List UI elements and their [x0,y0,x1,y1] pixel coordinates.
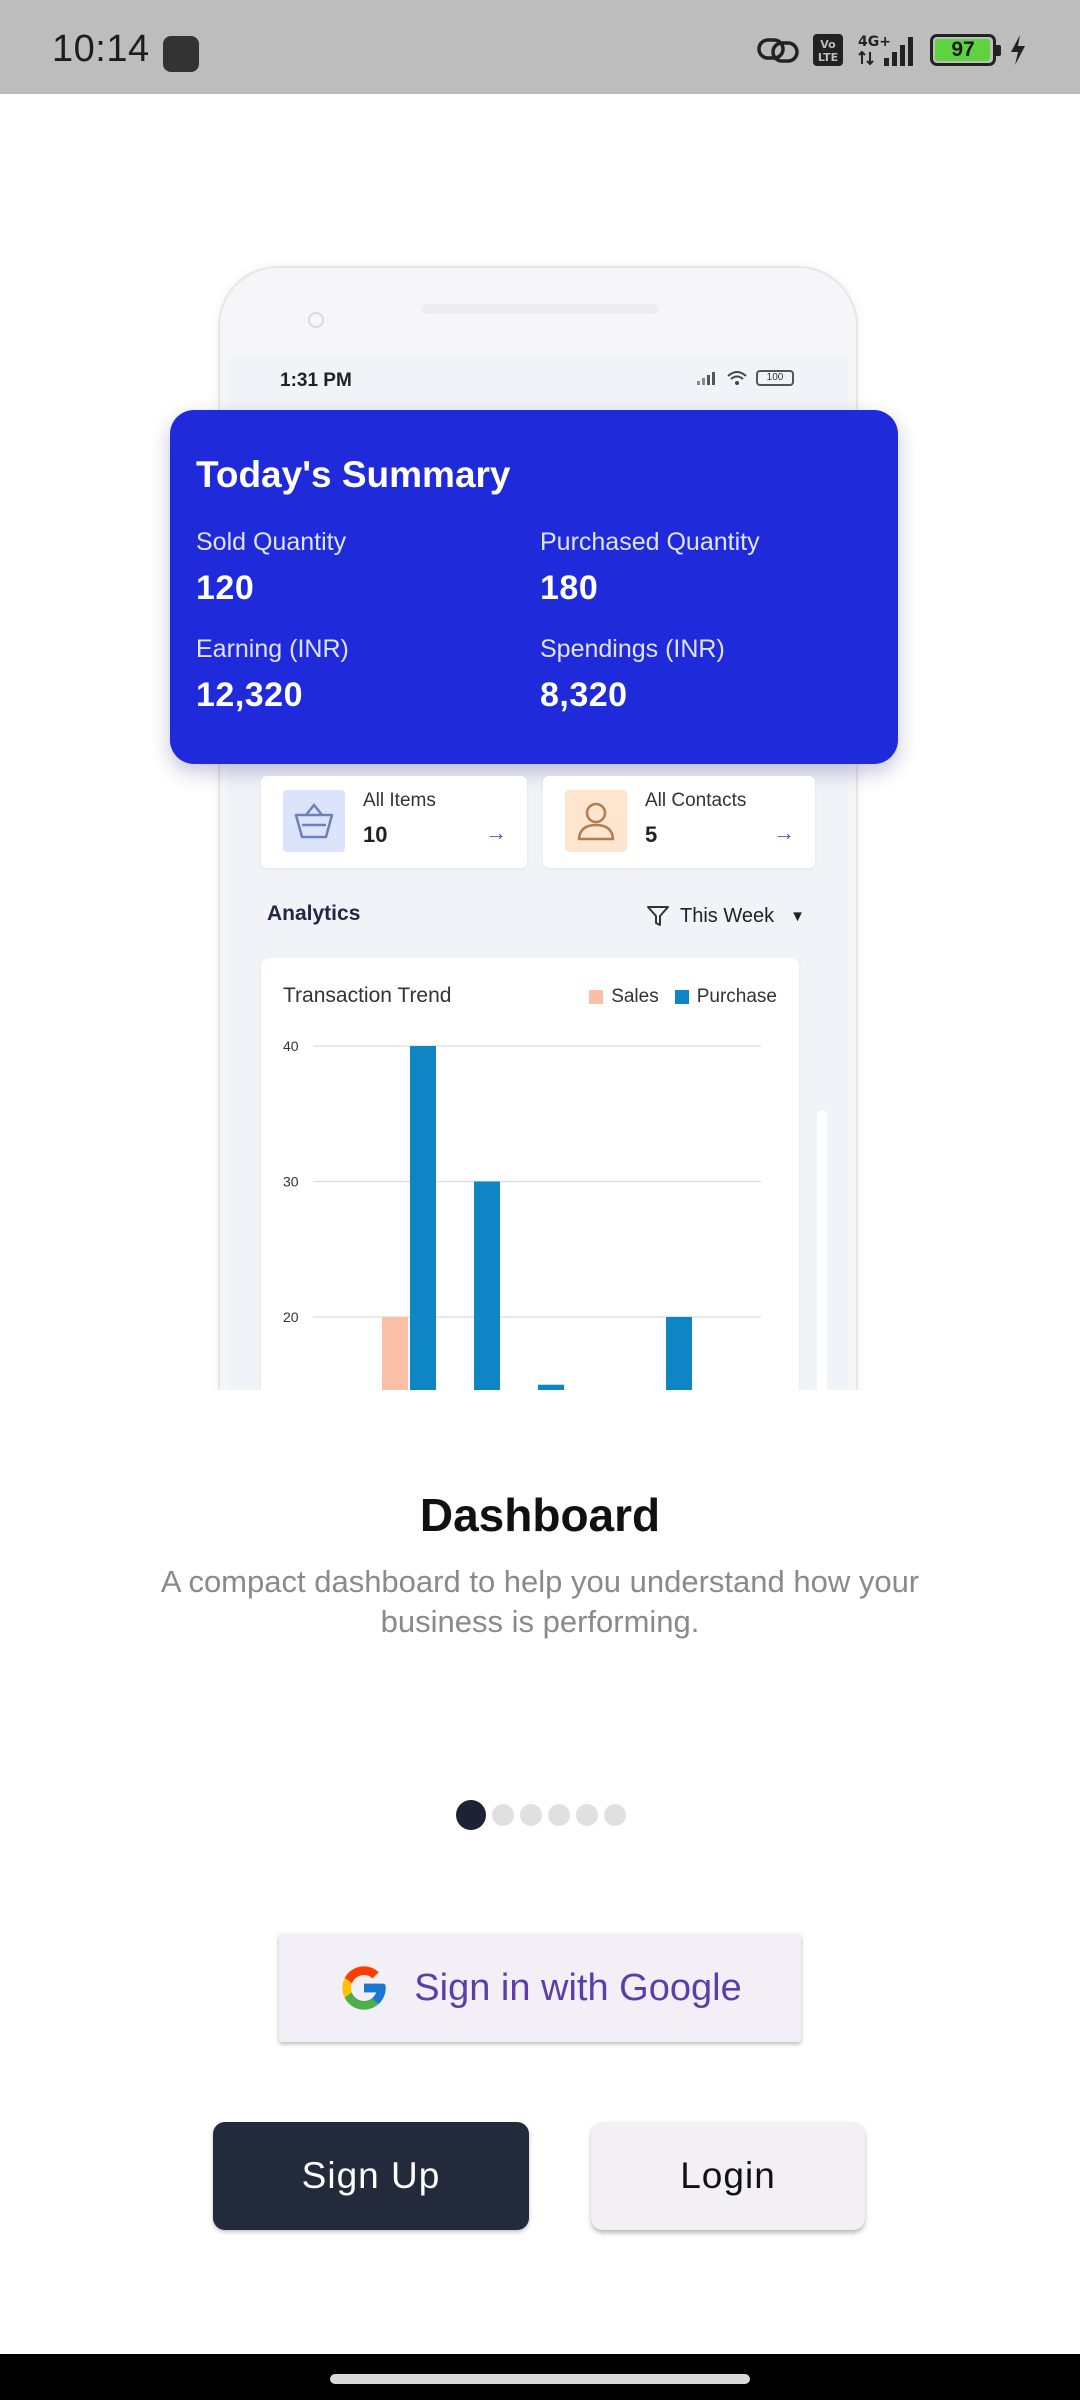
battery-tip [996,45,1001,56]
battery-level: 97 [951,38,975,61]
google-logo-icon [342,1966,386,2010]
mockup-battery-icon: 100 [756,370,794,386]
y-tick-label: 30 [283,1173,299,1189]
sold-quantity-value: 120 [196,569,255,607]
earning: Earning (INR) 12,320 [196,635,349,715]
mockup-status-icons: 100 [696,370,794,386]
all-items-label: All Items [363,790,436,811]
page-dot [492,1804,514,1826]
battery-icon: 97 [930,34,1001,66]
page-dot [576,1804,598,1826]
summary-title: Today's Summary [196,454,511,495]
page-dot-active [456,1800,486,1830]
week-filter: This Week ▼ [646,904,805,928]
filter-label: This Week [680,904,775,927]
svg-text:LTE: LTE [818,51,838,64]
y-tick-label: 20 [283,1309,299,1325]
all-items-value: 10 [363,822,388,847]
spendings-label: Spendings (INR) [540,635,725,663]
mockup-signal-icon [697,372,715,385]
earning-label: Earning (INR) [196,635,349,663]
navigation-bar [0,2354,1080,2400]
page-dot [520,1804,542,1826]
purchased-quantity-label: Purchased Quantity [540,528,760,556]
signal-icon: 4G+ [858,34,913,66]
filter-icon [647,906,669,926]
purchased-quantity-value: 180 [540,569,599,607]
purchase-bar [538,1384,564,1390]
page-dot [604,1804,626,1826]
all-contacts-value: 5 [645,822,658,847]
all-items-card: All Items 10 → [261,776,527,868]
status-bar: 10:14 Vo LTE 4G+ 97 [0,0,1080,94]
person-icon [565,790,627,852]
caret-down-icon: ▼ [790,907,805,925]
phone-speaker [422,304,658,314]
login-button[interactable]: Login [591,2122,865,2230]
sign-up-button[interactable]: Sign Up [213,2122,529,2230]
mockup-scrollbar [817,1110,827,1390]
earning-value: 12,320 [196,676,303,714]
google-sign-in-button[interactable]: Sign in with Google [279,1934,801,2042]
link-icon [757,38,799,63]
purchase-bar [410,1046,436,1390]
svg-text:4G+: 4G+ [858,34,891,50]
mockup-wifi-icon [727,371,747,385]
svg-text:Vo: Vo [820,38,836,51]
sold-quantity-label: Sold Quantity [196,528,347,556]
all-contacts-label: All Contacts [645,790,747,811]
purchase-bar [474,1181,500,1390]
status-time: 10:14 [52,28,150,70]
charging-icon [1011,35,1025,65]
slide-description: A compact dashboard to help you understa… [160,1564,920,1639]
volte-icon: Vo LTE [813,34,843,66]
analytics-heading: Analytics [267,902,361,925]
google-sign-in-label: Sign in with Google [414,1966,742,2009]
page-indicator [0,1800,1080,1830]
sales-bar [382,1316,408,1390]
arrow-right-icon: → [485,820,507,845]
status-icons: Vo LTE 4G+ 97 [756,30,1028,70]
sold-quantity: Sold Quantity 120 [196,528,346,608]
transaction-trend-chart: 10203040 [283,1038,761,1390]
spendings: Spendings (INR) 8,320 [540,635,725,715]
slide-title: Dashboard [419,1489,661,1541]
spendings-value: 8,320 [540,676,628,714]
arrow-right-icon: → [773,820,795,845]
transaction-trend-card: Transaction Trend Sales Purchase 1020304… [261,958,799,1390]
page-dot [548,1804,570,1826]
y-tick-label: 40 [283,1038,299,1054]
home-gesture-handle[interactable] [330,2374,750,2384]
purchase-bar [666,1316,692,1390]
basket-icon [283,790,345,852]
todays-summary-card: Today's Summary Sold Quantity 120 Purcha… [170,410,898,764]
phone-camera [308,312,324,328]
purchased-quantity: Purchased Quantity 180 [540,528,760,608]
mockup-time: 1:31 PM [280,370,352,391]
onboarding-illustration: 1:31 PM 100 Today's Summary Sold Quantit… [0,94,1080,1390]
notification-app-icon [163,36,199,72]
all-contacts-card: All Contacts 5 → [543,776,815,868]
